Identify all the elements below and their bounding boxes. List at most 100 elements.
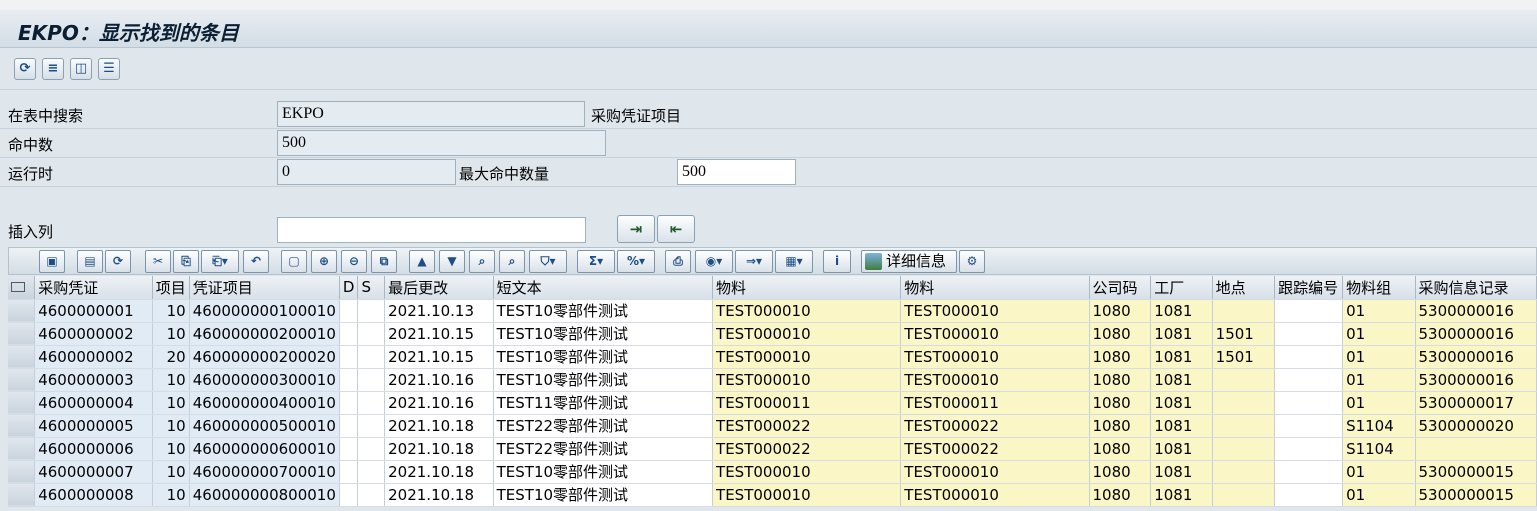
table-cell[interactable] bbox=[339, 345, 359, 369]
settings-icon[interactable]: ⚙ bbox=[959, 250, 985, 273]
table-cell[interactable]: TEST000010 bbox=[712, 483, 902, 507]
table-cell[interactable]: S1104 bbox=[1342, 414, 1416, 438]
table-cell[interactable]: 1080 bbox=[1089, 414, 1152, 438]
table-cell[interactable]: 1080 bbox=[1089, 368, 1152, 392]
table-cell[interactable] bbox=[1212, 391, 1276, 415]
table-cell[interactable]: 1080 bbox=[1089, 483, 1152, 507]
table-cell[interactable]: TEST000022 bbox=[900, 414, 1090, 438]
table-cell[interactable]: 460000000800010 bbox=[189, 483, 340, 507]
table-cell[interactable]: 1080 bbox=[1089, 391, 1152, 415]
info-icon[interactable]: i bbox=[823, 250, 851, 273]
subtotal-icon[interactable]: %▾ bbox=[617, 250, 655, 273]
table-cell[interactable]: 2021.10.18 bbox=[384, 460, 494, 484]
column-header[interactable]: 公司码 bbox=[1089, 276, 1152, 300]
table-cell[interactable] bbox=[357, 483, 386, 507]
table-cell[interactable]: TEST000010 bbox=[712, 368, 902, 392]
table-row[interactable]: 4600000008 10 460000000800010 2021.10.18 TES… bbox=[8, 483, 1537, 507]
column-header[interactable]: 采购凭证 bbox=[34, 276, 153, 300]
table-cell[interactable] bbox=[1212, 299, 1276, 323]
table-cell[interactable]: 460000000400010 bbox=[189, 391, 340, 415]
table-cell[interactable]: 01 bbox=[1342, 368, 1416, 392]
table-cell[interactable] bbox=[357, 414, 386, 438]
table-cell[interactable]: 5300000016 bbox=[1415, 368, 1537, 392]
find-icon[interactable]: ⌕ bbox=[469, 250, 495, 273]
sum-icon[interactable]: Σ▾ bbox=[577, 250, 615, 273]
table-cell[interactable]: 4600000007 bbox=[34, 460, 153, 484]
row-selector[interactable] bbox=[8, 483, 36, 507]
refresh-icon[interactable]: ⟳ bbox=[14, 58, 36, 80]
table-cell[interactable]: 4600000001 bbox=[34, 299, 153, 323]
table-cell[interactable]: 20 bbox=[152, 345, 190, 369]
table-cell[interactable]: 10 bbox=[152, 322, 190, 346]
table-cell[interactable] bbox=[1274, 437, 1344, 461]
column-header[interactable]: 工厂 bbox=[1150, 276, 1213, 300]
table-row[interactable]: 4600000004 10 460000000400010 2021.10.16 TES… bbox=[8, 391, 1537, 415]
table-cell[interactable]: TEST000010 bbox=[900, 368, 1090, 392]
table-cell[interactable]: 10 bbox=[152, 414, 190, 438]
row-selector[interactable] bbox=[8, 391, 36, 415]
table-cell[interactable]: 1080 bbox=[1089, 460, 1152, 484]
column-header[interactable]: 跟踪编号 bbox=[1274, 276, 1344, 300]
table-cell[interactable] bbox=[339, 391, 359, 415]
table-cell[interactable]: 2021.10.18 bbox=[384, 483, 494, 507]
table-cell[interactable]: TEST11零部件测试 bbox=[493, 391, 714, 415]
table-cell[interactable] bbox=[339, 414, 359, 438]
table-cell[interactable]: 5300000017 bbox=[1415, 391, 1537, 415]
table-cell[interactable]: 2021.10.18 bbox=[384, 414, 494, 438]
table-cell[interactable]: 5300000016 bbox=[1415, 322, 1537, 346]
table-cell[interactable]: 460000000500010 bbox=[189, 414, 340, 438]
table-cell[interactable]: 1081 bbox=[1150, 483, 1213, 507]
table-cell[interactable] bbox=[1212, 460, 1276, 484]
selection-icon[interactable]: ◫ bbox=[70, 58, 92, 80]
table-cell[interactable] bbox=[1212, 483, 1276, 507]
table-cell[interactable]: TEST000010 bbox=[712, 322, 902, 346]
table-cell[interactable]: 1501 bbox=[1212, 322, 1276, 346]
list-icon[interactable]: ☰ bbox=[98, 58, 120, 80]
remove-column-button[interactable]: ⇤ bbox=[657, 215, 695, 243]
table-cell[interactable]: 10 bbox=[152, 368, 190, 392]
table-cell[interactable] bbox=[339, 368, 359, 392]
table-cell[interactable] bbox=[339, 460, 359, 484]
select-all-icon[interactable]: ▣ bbox=[39, 250, 65, 273]
views-icon[interactable]: ◉▾ bbox=[695, 250, 733, 273]
table-cell[interactable]: 4600000004 bbox=[34, 391, 153, 415]
table-cell[interactable]: TEST000010 bbox=[900, 460, 1090, 484]
column-header[interactable]: 采购信息记录 bbox=[1415, 276, 1537, 300]
table-cell[interactable]: 1081 bbox=[1150, 345, 1213, 369]
table-cell[interactable]: 01 bbox=[1342, 483, 1416, 507]
table-row[interactable]: 4600000003 10 460000000300010 2021.10.16 TES… bbox=[8, 368, 1537, 392]
table-cell[interactable] bbox=[1274, 391, 1344, 415]
table-row[interactable]: 4600000007 10 460000000700010 2021.10.18 TES… bbox=[8, 460, 1537, 484]
layout-icon[interactable]: ≡ bbox=[42, 58, 64, 80]
table-cell[interactable]: S1104 bbox=[1342, 437, 1416, 461]
row-selector[interactable] bbox=[8, 299, 36, 323]
column-header[interactable]: D bbox=[339, 276, 359, 300]
table-cell[interactable]: TEST000010 bbox=[900, 345, 1090, 369]
table-cell[interactable]: 460000000600010 bbox=[189, 437, 340, 461]
table-cell[interactable] bbox=[357, 460, 386, 484]
table-cell[interactable]: TEST000010 bbox=[712, 299, 902, 323]
insert-column-button[interactable]: ⇥ bbox=[617, 215, 655, 243]
table-cell[interactable]: 2021.10.18 bbox=[384, 437, 494, 461]
layout-grid-icon[interactable]: ▦▾ bbox=[775, 250, 813, 273]
column-header[interactable]: 物料组 bbox=[1342, 276, 1416, 300]
table-cell[interactable]: TEST000022 bbox=[712, 414, 902, 438]
undo-icon[interactable]: ↶ bbox=[243, 250, 269, 273]
table-cell[interactable]: 10 bbox=[152, 483, 190, 507]
table-cell[interactable] bbox=[1415, 437, 1537, 461]
row-selector[interactable] bbox=[8, 322, 36, 346]
table-cell[interactable]: 01 bbox=[1342, 299, 1416, 323]
table-cell[interactable]: 1081 bbox=[1150, 391, 1213, 415]
table-cell[interactable]: 1080 bbox=[1089, 345, 1152, 369]
table-cell[interactable] bbox=[339, 299, 359, 323]
table-cell[interactable]: TEST000022 bbox=[712, 437, 902, 461]
table-cell[interactable]: 2021.10.13 bbox=[384, 299, 494, 323]
table-row[interactable]: 4600000006 10 460000000600010 2021.10.18 TES… bbox=[8, 437, 1537, 461]
table-cell[interactable] bbox=[357, 345, 386, 369]
table-cell[interactable]: 10 bbox=[152, 460, 190, 484]
table-cell[interactable]: TEST10零部件测试 bbox=[493, 460, 714, 484]
table-cell[interactable] bbox=[1274, 368, 1344, 392]
table-row[interactable]: 4600000005 10 460000000500010 2021.10.18 TES… bbox=[8, 414, 1537, 438]
table-cell[interactable] bbox=[1274, 460, 1344, 484]
table-row[interactable]: 4600000001 10 460000000100010 2021.10.13 TES… bbox=[8, 299, 1537, 323]
